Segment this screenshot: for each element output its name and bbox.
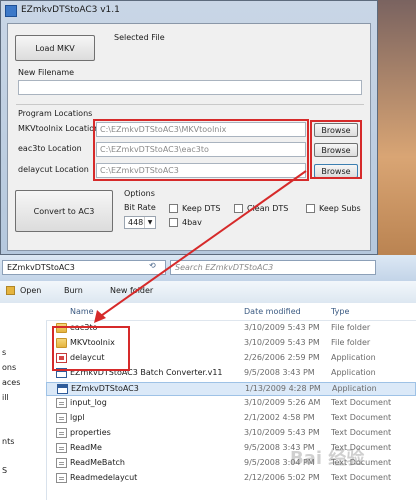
watermark: Bai 经验 xyxy=(290,448,365,469)
arrow-line xyxy=(97,170,307,319)
annotation-arrow xyxy=(94,170,307,323)
arrow-head xyxy=(94,310,106,323)
